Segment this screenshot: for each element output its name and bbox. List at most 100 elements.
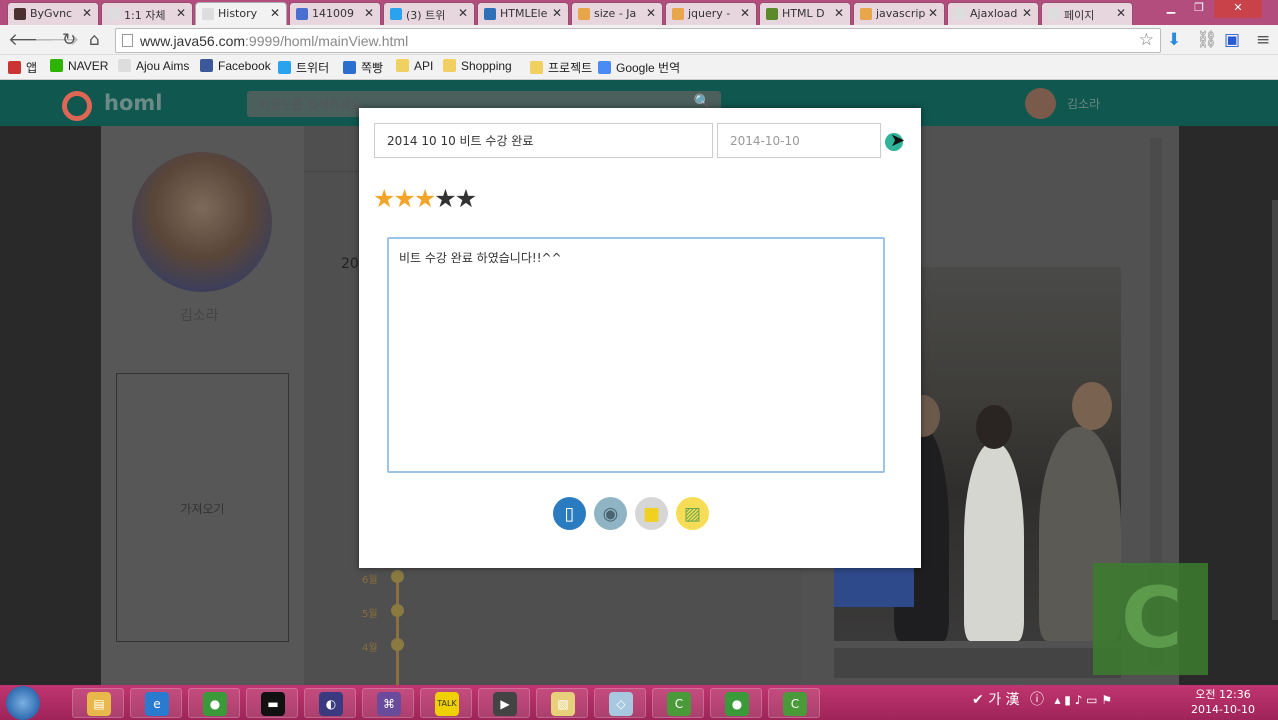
tab-close-icon[interactable]: ✕ [270,6,280,20]
browser-tab[interactable]: History ✕ [195,2,287,25]
tab-close-icon[interactable]: ✕ [458,6,468,20]
browser-tab[interactable]: jquery - ✕ [665,2,757,25]
star-rating[interactable]: ★★★★★ [373,186,477,212]
tab-close-icon[interactable]: ✕ [82,6,92,20]
browser-tab[interactable]: ByGvnc ✕ [7,2,99,25]
tab-favicon-icon [14,8,26,20]
timeline-dot[interactable] [391,570,404,583]
timeline-label: 5월 [362,609,378,620]
date-input[interactable] [717,123,881,158]
bookmark-label: 쪽빵 [361,61,384,75]
taskbar-camtasia[interactable]: C [652,688,704,718]
help-icon[interactable]: ⓘ [1030,692,1044,708]
photo-thumbnails[interactable] [834,648,1121,678]
tab-close-icon[interactable]: ✕ [552,6,562,20]
taskbar-cmd[interactable]: ▬ [246,688,298,718]
taskbar-camtasia-rec[interactable]: C [768,688,820,718]
taskbar-explorer[interactable]: ▤ [72,688,124,718]
star-icon[interactable]: ★ [373,186,395,212]
taskbar-chrome[interactable]: ● [188,688,240,718]
tray-icons[interactable]: ▴ ▮ ♪ ▭ ⚑ [1054,693,1112,707]
close-window-button[interactable]: ✕ [1214,0,1262,18]
taskbar-chrome[interactable]: ● [710,688,762,718]
bookmark-item[interactable]: 프로젝트 [530,59,592,76]
browser-tab[interactable]: HTMLEle ✕ [477,2,569,25]
star-icon[interactable]: ★ [393,186,415,212]
tab-favicon-icon [578,8,590,20]
bookmark-label: Shopping [461,59,512,73]
memo-button[interactable]: ▯ [553,497,586,530]
taskbar-kakaotalk[interactable]: TALK [420,688,472,718]
profile-name: 김소라 [180,308,219,324]
app-logo[interactable]: homl [104,91,162,115]
taskbar-vs[interactable]: ⌘ [362,688,414,718]
browser-tab[interactable]: HTML D ✕ [759,2,851,25]
taskbar-ie[interactable]: e [130,688,182,718]
bookmark-item[interactable]: Ajou Aims [118,59,189,73]
reload-icon[interactable]: ↻ [62,31,76,49]
content-textarea[interactable] [387,237,885,473]
note-button[interactable]: ■ [635,497,668,530]
url-host: www.java56.com [140,33,246,49]
bookmark-item[interactable]: Shopping [443,59,512,73]
taskbar-folder[interactable]: ▧ [536,688,588,718]
star-icon[interactable]: ★ [414,186,436,212]
timeline-dot[interactable] [391,638,404,651]
header-username[interactable]: 김소라 [1067,95,1100,112]
title-input[interactable] [374,123,713,158]
bookmark-item[interactable]: 쪽빵 [343,59,383,76]
tab-close-icon[interactable]: ✕ [740,6,750,20]
menu-icon[interactable]: ≡ [1256,31,1270,49]
start-button[interactable] [6,686,40,720]
browser-tab[interactable]: 141009 ✕ [289,2,381,25]
taskbar-notes[interactable]: ◇ [594,688,646,718]
browser-tab[interactable]: size - Ja ✕ [571,2,663,25]
import-box[interactable]: 가져오기 [116,373,289,642]
star-bookmark-icon[interactable]: ☆ [1139,30,1154,50]
home-icon[interactable]: ⌂ [89,31,100,49]
ime-label[interactable]: 가 漢 [988,692,1019,708]
bookmark-label: Facebook [218,59,271,73]
avatar[interactable] [1025,88,1056,119]
bookmark-item[interactable]: API [396,59,433,73]
write-post-modal: ➤ ★★★★★ ▯◉■▨ [359,108,921,568]
star-icon[interactable]: ★ [455,186,477,212]
ime-icon[interactable]: ✔ [972,692,988,708]
tab-close-icon[interactable]: ✕ [1022,6,1032,20]
browser-tab[interactable]: 1:1 자체 ✕ [101,2,193,25]
bookmark-item[interactable]: Google 번역 [598,59,680,76]
bookmark-item[interactable]: 트위터 [278,59,329,76]
browser-tab[interactable]: (3) 트위 ✕ [383,2,475,25]
image-button[interactable]: ▨ [676,497,709,530]
tab-close-icon[interactable]: ✕ [364,6,374,20]
bookmark-label: 트위터 [296,61,330,75]
tab-close-icon[interactable]: ✕ [646,6,656,20]
download-icon[interactable]: ⬇ [1167,31,1181,49]
tab-close-icon[interactable]: ✕ [928,6,938,20]
link-icon[interactable]: ⛓ [1196,31,1218,49]
bookmark-label: API [414,59,434,73]
clock[interactable]: 오전 12:36 2014-10-10 [1188,687,1258,717]
tab-close-icon[interactable]: ✕ [1116,6,1126,20]
import-label: 가져오기 [180,502,225,516]
minimize-button[interactable]: ▁ [1158,0,1184,18]
tab-close-icon[interactable]: ✕ [834,6,844,20]
taskbar-media[interactable]: ▶ [478,688,530,718]
bookmark-item[interactable]: Facebook [200,59,271,73]
tab-close-icon[interactable]: ✕ [176,6,186,20]
browser-tab[interactable]: javascrip ✕ [853,2,945,25]
profile-photo [132,152,272,292]
bookmark-item[interactable]: NAVER [50,59,108,73]
screenshot-icon[interactable]: ▣ [1224,31,1240,49]
address-bar[interactable]: www.java56.com:9999/homl/mainView.html ☆ [115,28,1161,53]
cursor-icon: ➤ [890,130,906,151]
camera-button[interactable]: ◉ [594,497,627,530]
timeline-dot[interactable] [391,604,404,617]
browser-tab[interactable]: Ajaxload ✕ [947,2,1039,25]
bookmark-item[interactable]: 앱 [8,59,37,76]
browser-tab[interactable]: 페이지 ✕ [1041,2,1133,25]
tab-favicon-icon [484,8,496,20]
star-icon[interactable]: ★ [434,186,456,212]
taskbar-eclipse[interactable]: ◐ [304,688,356,718]
maximize-button[interactable]: ❐ [1186,0,1212,18]
